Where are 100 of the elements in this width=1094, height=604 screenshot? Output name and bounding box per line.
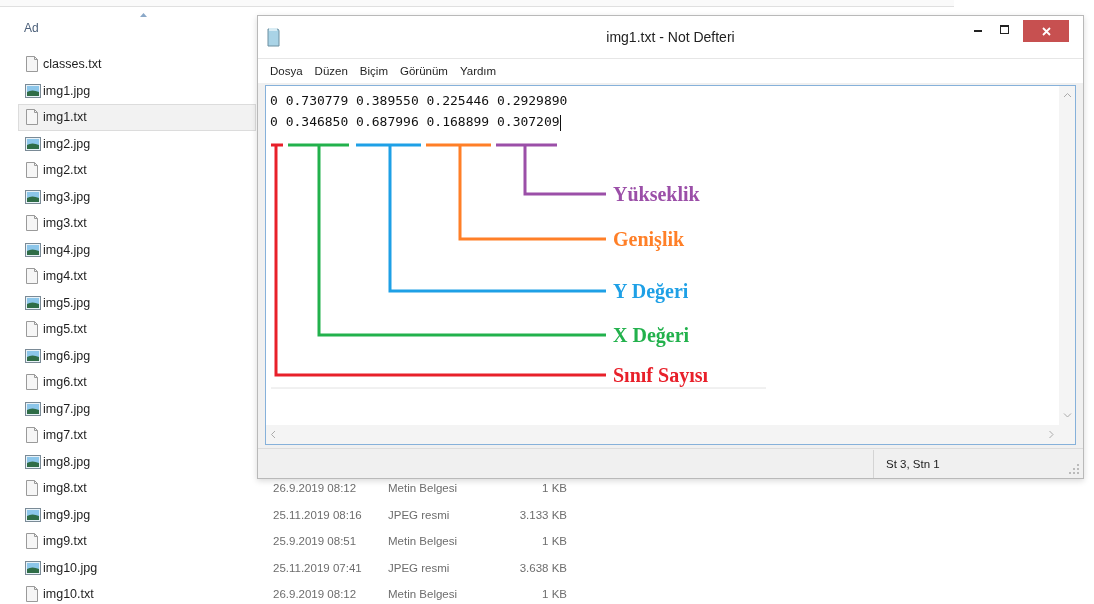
file-row[interactable]: img3.txt: [18, 210, 256, 237]
file-name: img5.jpg: [43, 295, 92, 310]
image-file-icon: [25, 347, 41, 364]
file-row[interactable]: img8.txt 26.9.2019 08:12 Metin Belgesi 1 KB: [18, 475, 578, 502]
file-name: img4.jpg: [43, 242, 92, 257]
close-button[interactable]: [1023, 20, 1069, 42]
document-icon: [25, 427, 41, 444]
image-file-icon: [25, 559, 41, 576]
file-row[interactable]: img10.txt 26.9.2019 08:12 Metin Belgesi 1 KB: [18, 581, 578, 604]
document-icon: [25, 374, 41, 391]
file-row[interactable]: img4.txt: [18, 263, 256, 290]
file-row[interactable]: img6.jpg: [18, 342, 256, 369]
file-name: img4.txt: [43, 269, 88, 284]
file-name: img10.jpg: [43, 560, 99, 575]
file-name: img8.jpg: [43, 454, 92, 469]
file-row[interactable]: img5.txt: [18, 316, 256, 343]
file-name: img1.jpg: [43, 83, 92, 98]
menu-item[interactable]: Görünüm: [394, 65, 454, 77]
image-file-icon: [25, 241, 41, 258]
annotation-label: X Değeri: [613, 323, 690, 346]
file-date: 25.11.2019 07:41: [273, 561, 363, 574]
file-size: 1 KB: [541, 482, 567, 495]
menu-item[interactable]: Dosya: [264, 65, 309, 77]
file-type: JPEG resmi: [388, 561, 451, 574]
file-row[interactable]: img4.jpg: [18, 236, 256, 263]
scroll-down-icon[interactable]: [1062, 412, 1072, 419]
menu-item[interactable]: Yardım: [453, 65, 503, 77]
window-title: img1.txt - Not Defteri: [605, 29, 736, 45]
scroll-up-icon[interactable]: [1062, 92, 1072, 99]
image-file-icon: [25, 188, 41, 205]
file-size: 1 KB: [541, 535, 567, 548]
file-row[interactable]: img3.jpg: [18, 183, 256, 210]
file-row[interactable]: img9.jpg 25.11.2019 08:16 JPEG resmi 3.133 KB: [18, 501, 578, 528]
file-name: img9.jpg: [43, 507, 92, 522]
menu-item[interactable]: Biçim: [353, 65, 394, 77]
image-file-icon: [25, 453, 41, 470]
document-icon: [25, 533, 41, 550]
file-row[interactable]: img5.jpg: [18, 289, 256, 316]
text-area[interactable]: 0 0.730779 0.389550 0.225446 0.2929890 0 0.346850 0.687996 0.168899 0.307209 Yükseklik Genişlik Y Değeri X Değeri Sınıf Sayısı: [265, 85, 1076, 445]
file-row[interactable]: img9.txt 25.9.2019 08:51 Metin Belgesi 1 KB: [18, 528, 578, 555]
annotation-label: Y Değeri: [613, 279, 689, 302]
close-icon: [1041, 26, 1051, 36]
sort-arrow-icon: [140, 12, 147, 18]
image-file-icon: [25, 506, 41, 523]
text-line: 0 0.730779 0.389550 0.225446 0.2929890: [270, 92, 569, 110]
image-file-icon: [25, 294, 41, 311]
file-name: img6.jpg: [43, 348, 92, 363]
file-row[interactable]: img6.txt: [18, 369, 256, 396]
file-date: 25.9.2019 08:51: [273, 535, 358, 548]
annotation-label: Genişlik: [613, 227, 685, 250]
menu-item[interactable]: Düzen: [308, 65, 354, 77]
file-size: 3.638 KB: [518, 561, 567, 574]
file-name: img9.txt: [43, 534, 88, 549]
document-icon: [25, 480, 41, 497]
file-row[interactable]: img7.txt: [18, 422, 256, 449]
file-row[interactable]: img2.jpg: [18, 130, 256, 157]
status-text: St 3, Stn 1: [873, 449, 940, 478]
file-type: Metin Belgesi: [388, 482, 459, 495]
image-file-icon: [25, 135, 41, 152]
file-name: img6.txt: [43, 375, 88, 390]
text-line: 0 0.346850 0.687996 0.168899 0.307209: [270, 113, 562, 132]
document-icon: [25, 109, 41, 126]
annotation-label: Sınıf Sayısı: [613, 363, 709, 386]
vertical-scrollbar[interactable]: [1059, 86, 1075, 425]
notepad-icon: [266, 27, 280, 47]
document-icon: [25, 268, 41, 285]
file-size: 3.133 KB: [518, 508, 567, 521]
file-date: 26.9.2019 08:12: [273, 588, 358, 601]
scroll-left-icon[interactable]: [270, 430, 277, 439]
text-caret: [559, 114, 561, 131]
file-date: 26.9.2019 08:12: [273, 482, 358, 495]
file-name: img7.txt: [43, 428, 88, 443]
horizontal-scrollbar[interactable]: [266, 425, 1075, 444]
resize-grip-icon[interactable]: [1069, 462, 1079, 474]
file-name: img3.txt: [43, 216, 88, 231]
file-name: img1.txt: [43, 110, 88, 125]
maximize-icon: [999, 24, 1009, 34]
document-icon: [25, 321, 41, 338]
document-icon: [25, 215, 41, 232]
file-size: 1 KB: [541, 588, 567, 601]
file-name: classes.txt: [43, 57, 103, 72]
file-name: img7.jpg: [43, 401, 92, 416]
file-row[interactable]: img1.jpg: [18, 77, 256, 104]
file-row[interactable]: classes.txt: [18, 51, 256, 78]
column-header[interactable]: Ad: [24, 21, 39, 35]
document-icon: [25, 162, 41, 179]
file-type: JPEG resmi: [388, 508, 451, 521]
file-row[interactable]: img7.jpg: [18, 395, 256, 422]
file-row[interactable]: img2.txt: [18, 157, 256, 184]
file-row[interactable]: img8.jpg: [18, 448, 256, 475]
scroll-right-icon[interactable]: [1048, 430, 1055, 439]
file-row[interactable]: img1.txt: [18, 104, 256, 131]
file-name: img2.txt: [43, 163, 88, 178]
file-row[interactable]: img10.jpg 25.11.2019 07:41 JPEG resmi 3.638 KB: [18, 554, 578, 581]
file-date: 25.11.2019 08:16: [273, 508, 363, 521]
file-name: img3.jpg: [43, 189, 92, 204]
file-name: img2.jpg: [43, 136, 92, 151]
image-file-icon: [25, 82, 41, 99]
file-type: Metin Belgesi: [388, 535, 459, 548]
file-name: img10.txt: [43, 587, 95, 602]
